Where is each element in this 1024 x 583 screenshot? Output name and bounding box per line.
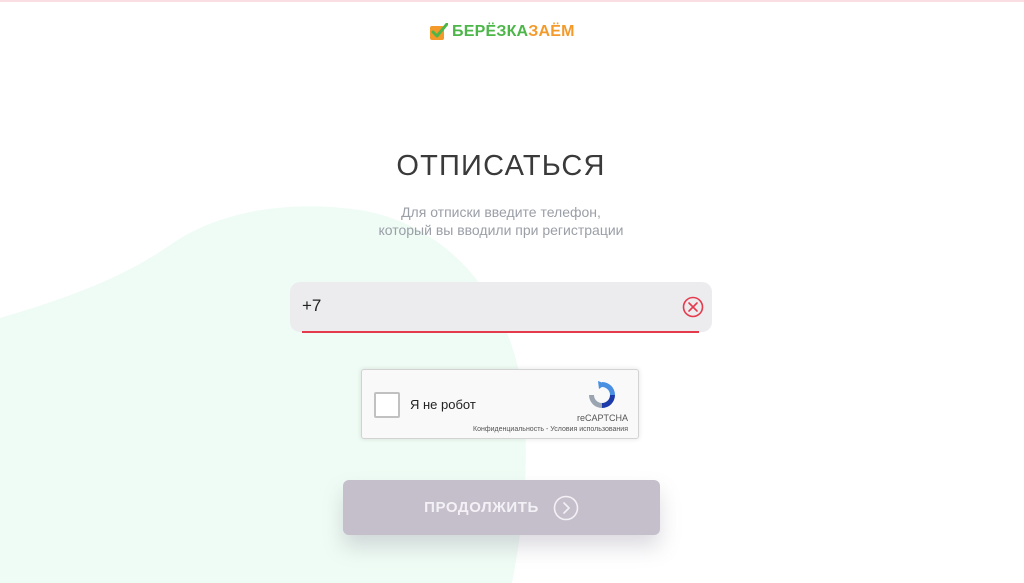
recaptcha-links: Конфиденциальность - Условия использован… bbox=[473, 426, 628, 433]
brand-logo[interactable]: БЕРЁЗКАЗАЁМ bbox=[430, 22, 575, 42]
phone-error-underline bbox=[302, 331, 699, 333]
continue-button[interactable]: ПРОДОЛЖИТЬ bbox=[343, 480, 660, 535]
recaptcha-widget: Я не робот reCAPTCHA Конфиденциальность … bbox=[361, 369, 639, 439]
phone-input[interactable] bbox=[302, 282, 662, 330]
recaptcha-privacy-link[interactable]: Конфиденциальность bbox=[473, 426, 544, 433]
subtitle-line-2: который вы вводили при регистрации bbox=[378, 222, 624, 238]
recaptcha-terms-link[interactable]: Условия использования bbox=[550, 426, 628, 433]
brand-name-part1: БЕРЁЗКА bbox=[452, 23, 529, 40]
phone-field bbox=[290, 282, 712, 333]
brand-name: БЕРЁЗКАЗАЁМ bbox=[452, 22, 575, 42]
brand-check-icon bbox=[430, 23, 448, 40]
recaptcha-brand: reCAPTCHA bbox=[576, 413, 628, 423]
unsubscribe-page: БЕРЁЗКАЗАЁМ ОТПИСАТЬСЯ Для отписки введи… bbox=[0, 0, 1024, 583]
brand-name-part2: ЗАЁМ bbox=[528, 23, 575, 40]
recaptcha-label: Я не робот bbox=[410, 397, 476, 412]
page-title: ОТПИСАТЬСЯ bbox=[396, 150, 606, 182]
top-border bbox=[0, 0, 1024, 2]
subtitle-line-1: Для отписки введите телефон, bbox=[401, 204, 601, 220]
page-subtitle: Для отписки введите телефон, который вы … bbox=[0, 203, 1002, 239]
recaptcha-checkbox[interactable] bbox=[374, 392, 400, 418]
recaptcha-logo-icon bbox=[589, 381, 615, 408]
arrow-right-circle-icon bbox=[553, 495, 579, 520]
clear-circle-x-icon[interactable] bbox=[682, 296, 704, 318]
continue-label: ПРОДОЛЖИТЬ bbox=[424, 499, 539, 516]
